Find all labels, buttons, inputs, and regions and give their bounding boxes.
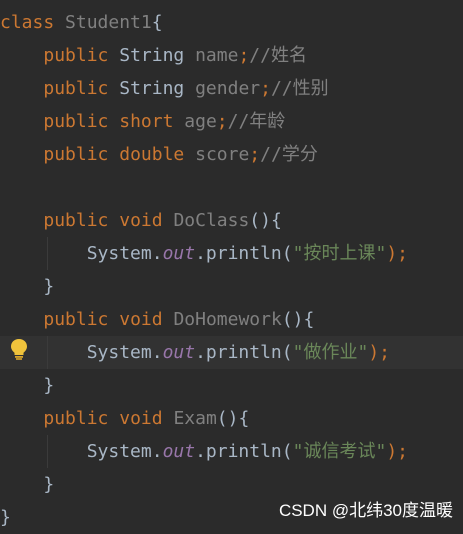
code-line[interactable]: System.out.println("做作业"); [0,336,463,369]
code-token: public [43,408,109,429]
code-token: short [119,111,174,132]
code-token: } [0,276,55,297]
code-token: String [108,78,196,99]
code-line[interactable]: public String name;//姓名 [0,39,463,72]
code-line[interactable]: public double score;//学分 [0,138,463,171]
csdn-watermark: CSDN @北纬30度温暖 [278,501,453,520]
code-token: .println( [195,342,293,363]
code-token: ; [260,78,271,99]
code-token: ); [386,441,408,462]
code-line[interactable]: System.out.println("诚信考试"); [0,435,463,468]
code-token: System. [0,441,163,462]
code-line[interactable]: public void DoClass(){ [0,204,463,237]
code-line[interactable]: } [0,369,463,402]
code-token: ; [249,144,261,165]
code-token: ; [216,111,228,132]
code-token: //姓名 [249,45,307,66]
code-token: //学分 [260,144,318,165]
code-token: .println( [195,243,293,264]
code-token: public [43,111,109,132]
code-line[interactable] [0,171,463,204]
code-line[interactable]: public String gender;//性别 [0,72,463,105]
code-token: (){ [249,210,282,231]
code-token: ); [386,243,408,264]
code-token: public [43,210,109,231]
code-token: "诚信考试" [292,441,387,462]
code-token: ; [238,45,250,66]
code-token: (){ [216,408,250,429]
code-line[interactable]: public void Exam(){ [0,402,463,435]
code-line[interactable]: public short age;//年龄 [0,105,463,138]
code-token: } [0,507,11,528]
code-token: System. [0,243,163,264]
indent-guide [47,336,48,369]
code-token: } [0,375,55,396]
code-token: (){ [281,309,315,330]
code-token: class [0,12,55,33]
code-token: age [184,111,217,132]
code-token: Exam [173,408,217,429]
code-token: ); [368,342,390,363]
code-token: score [195,144,250,165]
code-token: void [119,210,163,231]
code-line[interactable]: } [0,270,463,303]
code-token: } [0,474,55,495]
code-token: void [119,309,163,330]
code-token: out [162,243,196,264]
code-token: name [195,45,239,66]
code-token: public [43,309,109,330]
code-token: DoHomework [173,309,282,330]
code-token: public [43,144,109,165]
code-token: out [162,441,196,462]
code-token: gender [195,78,261,99]
code-token: public [43,45,109,66]
lightbulb-icon[interactable] [9,338,29,360]
code-token: public [43,78,109,99]
code-token: DoClass [173,210,250,231]
code-token: "按时上课" [292,243,387,264]
code-token: out [162,342,196,363]
code-token: { [151,12,163,33]
indent-guide [47,435,48,468]
code-token: void [119,408,163,429]
code-line[interactable]: System.out.println("按时上课"); [0,237,463,270]
code-line[interactable]: public void DoHomework(){ [0,303,463,336]
code-token: double [119,144,185,165]
code-token: //性别 [270,78,329,99]
indent-guide [47,237,48,270]
code-line[interactable]: class Student1{ [0,6,463,39]
code-token: //年龄 [227,111,286,132]
code-token: .println( [195,441,293,462]
code-token: "做作业" [292,342,369,363]
code-token: Student1 [65,12,152,33]
code-token: String [108,45,196,66]
code-editor[interactable]: class Student1{ public String name;//姓名 … [0,0,463,529]
